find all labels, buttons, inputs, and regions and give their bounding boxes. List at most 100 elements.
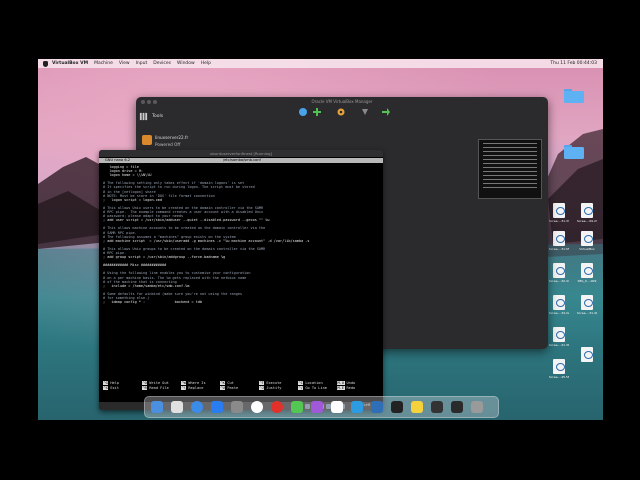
menu-input[interactable]: Input [136, 61, 148, 66]
window-title: Oracle VM VirtualBox Manager [311, 99, 373, 104]
podcasts-icon[interactable] [311, 401, 323, 413]
edge-icon[interactable] [351, 401, 363, 413]
desktop-file[interactable]: IMG_0....009 [577, 263, 597, 284]
add-icon[interactable] [312, 107, 322, 117]
close-window-button[interactable] [141, 100, 145, 104]
new-icon[interactable] [298, 107, 308, 117]
screen2-icon[interactable] [451, 401, 463, 413]
desktop-file[interactable]: Scree....31.55 [549, 231, 569, 252]
desktop-file[interactable]: Scree....45.58 [549, 359, 569, 380]
trash-icon[interactable] [471, 401, 483, 413]
desktop-file[interactable]: Scree....31.33 [549, 203, 569, 224]
nano-shortcut[interactable]: ^T Execute [259, 381, 281, 385]
opera-icon[interactable] [271, 401, 283, 413]
shortcut-key: ^J [259, 386, 265, 390]
app-store-icon[interactable] [211, 401, 223, 413]
chrome-icon[interactable] [251, 401, 263, 413]
start-icon[interactable] [381, 107, 391, 117]
notes-icon[interactable] [411, 401, 423, 413]
terminal-icon[interactable] [391, 401, 403, 413]
shortcut-label: Help [110, 381, 119, 385]
nano-filename: /etc/samba/smb.conf [223, 158, 261, 162]
dock [144, 396, 499, 418]
nano-shortcut[interactable]: ^X Exit [103, 386, 119, 390]
launchpad-icon[interactable] [171, 401, 183, 413]
desktop-file[interactable]: Scree....32.47 [549, 263, 569, 284]
shortcut-label: Replace [188, 386, 204, 390]
shortcut-label: Exit [110, 386, 119, 390]
shortcut-key: ^K [220, 381, 226, 385]
nano-shortcut[interactable]: ^\ Replace [181, 386, 203, 390]
zoom-window-button[interactable] [153, 100, 157, 104]
menu-view[interactable]: View [119, 61, 130, 66]
nano-shortcut[interactable]: ^K Cut [220, 381, 234, 385]
terminal[interactable]: GNU nano 6.2 /etc/samba/smb.conf logging… [99, 157, 383, 402]
mac-desktop: VirtualBox VM Machine View Input Devices… [38, 59, 603, 420]
tools-item[interactable]: Tools [139, 110, 189, 122]
nano-shortcut[interactable]: ^O Write Out [142, 381, 169, 385]
guest-vm-window: ubuntuserverfunfinest [Running] GNU nano… [99, 150, 383, 410]
tools-label: Tools [152, 113, 164, 119]
apple-icon[interactable] [43, 60, 48, 67]
shortcut-label: Location [305, 381, 323, 385]
nano-shortcut[interactable]: ^G Help [103, 381, 119, 385]
menu-help[interactable]: Help [201, 61, 211, 66]
nano-shortcut[interactable]: ^C Location [298, 381, 323, 385]
nano-shortcut[interactable]: ^J Justify [259, 386, 281, 390]
menu-window[interactable]: Window [177, 61, 195, 66]
terminal-line: ; idmap config * : backend = tdb [103, 300, 203, 305]
shortcut-label: Go To Line [305, 386, 327, 390]
shortcut-key: M-E [337, 386, 345, 390]
vm-item[interactable]: linuxserver22.fr Powered Off [136, 132, 194, 150]
menu-app-name[interactable]: VirtualBox VM [52, 61, 88, 66]
desktop-folder-icon[interactable] [564, 89, 584, 103]
nano-shortcut[interactable]: M-E Redo [337, 386, 355, 390]
desktop-file[interactable]: VirtualBox [577, 231, 597, 252]
minimize-window-button[interactable] [147, 100, 151, 104]
desktop-file[interactable]: Scree....34.22 [549, 295, 569, 316]
menu-machine[interactable]: Machine [94, 61, 113, 66]
shortcut-key: ^C [298, 381, 304, 385]
discard-icon[interactable] [360, 107, 370, 117]
nano-version: GNU nano 6.2 [105, 158, 131, 162]
finder-icon[interactable] [151, 401, 163, 413]
calendar-icon[interactable] [331, 401, 343, 413]
shortcut-label: Write Out [149, 381, 169, 385]
shortcut-label: Where Is [188, 381, 206, 385]
nano-shortcut[interactable]: M-U Undo [337, 381, 355, 385]
shortcut-key: M-U [337, 381, 345, 385]
shortcut-label: Paste [227, 386, 239, 390]
safari-icon[interactable] [191, 401, 203, 413]
nano-shortcut[interactable]: ^U Paste [220, 386, 238, 390]
vm-os-icon [142, 135, 152, 145]
nano-shortcut[interactable]: ^R Read File [142, 386, 169, 390]
messages-icon[interactable] [291, 401, 303, 413]
shortcut-key: ^R [142, 386, 148, 390]
nano-text-buffer[interactable]: logging = file logon drive = H: logon ho… [103, 165, 379, 304]
desktop-file[interactable]: Scree....41.31 [549, 327, 569, 348]
shortcut-key: ^/ [298, 386, 304, 390]
shortcut-label: Redo [346, 386, 356, 390]
screen-icon[interactable] [431, 401, 443, 413]
virtualbox-icon[interactable] [371, 401, 383, 413]
shortcut-key: ^X [103, 386, 109, 390]
tools-icon [139, 112, 148, 120]
nano-shortcut[interactable]: ^W Where Is [181, 381, 206, 385]
shortcut-label: Cut [227, 381, 234, 385]
shortcut-key: ^W [181, 381, 187, 385]
menu-bar: VirtualBox VM Machine View Input Devices… [38, 59, 603, 68]
desktop-file[interactable] [577, 347, 597, 368]
settings-icon[interactable] [336, 107, 346, 117]
shortcut-label: Execute [266, 381, 282, 385]
vm-status: Powered Off [155, 142, 181, 147]
nano-shortcut[interactable]: ^/Go To Line [298, 386, 327, 390]
guest-window-title: ubuntuserverfunfinest [Running] [99, 150, 383, 157]
menu-clock[interactable]: Thu 11 Feb 00:44:03 [550, 61, 597, 66]
shortcut-key: ^O [142, 381, 148, 385]
shortcut-label: Justify [266, 386, 282, 390]
desktop-folder-icon[interactable] [564, 145, 584, 159]
desktop-file[interactable]: Scree....31.41 [577, 295, 597, 316]
desktop-file[interactable]: Scree....09.23 [577, 203, 597, 224]
system-preferences-icon[interactable] [231, 401, 243, 413]
menu-devices[interactable]: Devices [153, 61, 171, 66]
